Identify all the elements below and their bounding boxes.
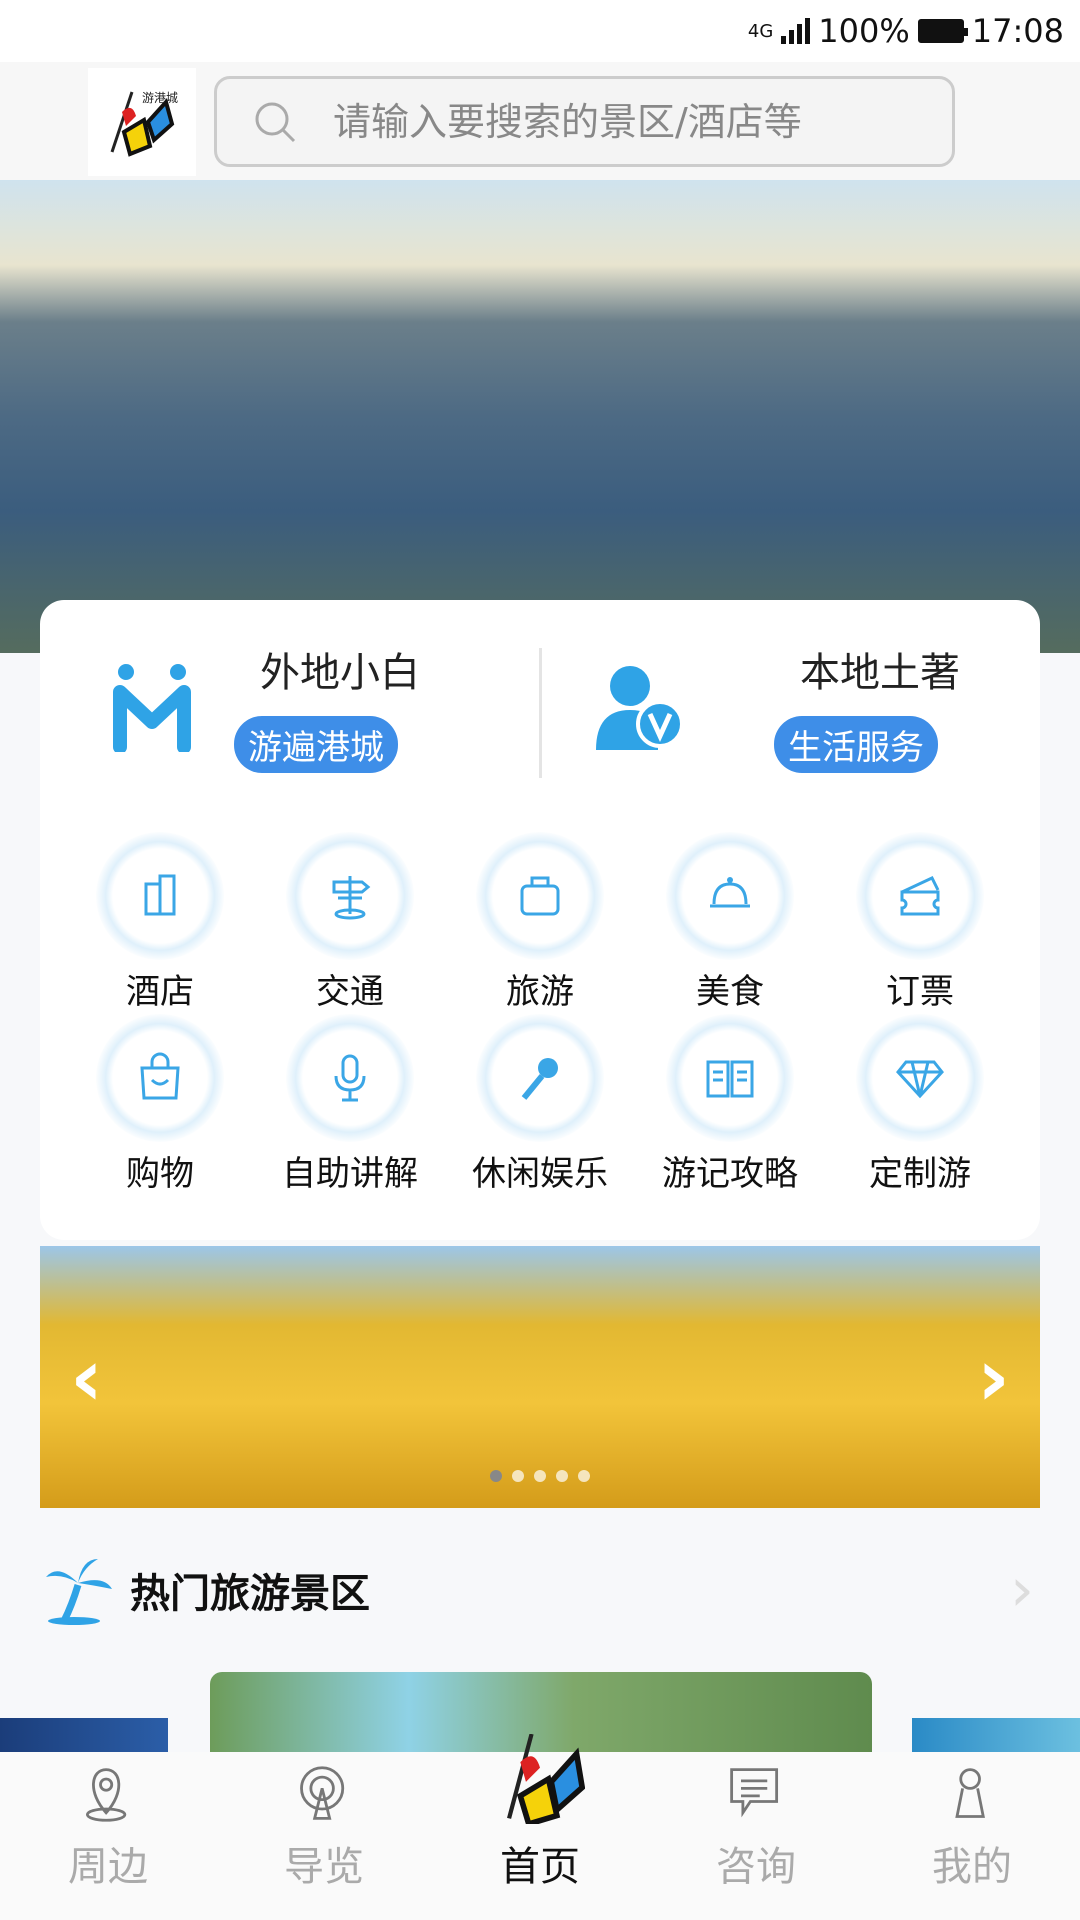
grid-item-label: 交通 — [316, 972, 384, 1012]
nav-location-pin[interactable]: 周边 — [0, 1752, 216, 1920]
grid-item-label: 定制游 — [869, 1154, 971, 1194]
karaoke-mic-icon — [476, 1014, 604, 1142]
signal-icon — [781, 18, 811, 44]
promo-carousel[interactable]: ‹ › — [40, 1246, 1040, 1508]
food-cloche-icon — [666, 832, 794, 960]
grid-item-6[interactable]: 自助讲解 — [260, 1014, 440, 1195]
search-icon — [255, 102, 296, 142]
dot[interactable] — [534, 1470, 546, 1482]
battery-icon — [917, 19, 968, 43]
grid-item-9[interactable]: 定制游 — [830, 1014, 1010, 1195]
shopping-bag-icon — [96, 1014, 224, 1142]
grid-item-label: 购物 — [126, 1154, 194, 1194]
local-title: 本地土著 — [800, 650, 960, 696]
clock: 17:08 — [971, 12, 1064, 50]
diamond-icon — [856, 1014, 984, 1142]
chat-icon — [730, 1768, 779, 1818]
nav-chat[interactable]: 咨询 — [648, 1752, 864, 1920]
vip-user-icon — [596, 666, 684, 750]
grid-item-label: 美食 — [696, 972, 764, 1012]
city-banner-image — [0, 180, 1080, 653]
grid-item-0[interactable]: 酒店 — [70, 832, 250, 1013]
dot[interactable] — [512, 1470, 524, 1482]
grid-item-7[interactable]: 休闲娱乐 — [450, 1014, 630, 1195]
visitor-entry[interactable]: 外地小白 游遍港城 — [40, 640, 520, 780]
luggage-icon — [476, 832, 604, 960]
nav-broadcast[interactable]: 导览 — [216, 1752, 432, 1920]
broadcast-icon — [300, 1766, 345, 1820]
grid-item-5[interactable]: 购物 — [70, 1014, 250, 1195]
local-entry[interactable]: 本地土著 生活服务 — [540, 640, 1020, 780]
local-tag: 生活服务 — [774, 716, 938, 773]
grid-item-label: 订票 — [886, 972, 954, 1012]
bottom-nav: 周边 导览 首页 咨询 我的 — [0, 1733, 1080, 1920]
grid-item-2[interactable]: 旅游 — [450, 832, 630, 1013]
grid-item-3[interactable]: 美食 — [640, 832, 820, 1013]
grid-item-label: 酒店 — [126, 972, 194, 1012]
grid-item-label: 游记攻略 — [662, 1154, 798, 1194]
svg-text:游港城: 游港城 — [142, 91, 178, 105]
visitor-title: 外地小白 — [260, 650, 420, 696]
home-logo-icon — [507, 1733, 586, 1828]
chevron-right-icon[interactable]: › — [1010, 1555, 1034, 1625]
grid-item-8[interactable]: 游记攻略 — [640, 1014, 820, 1195]
search-box[interactable] — [214, 76, 955, 167]
status-bar: 4G 100% 17:08 — [0, 0, 1080, 62]
nav-label: 我的 — [932, 1844, 1012, 1890]
app-logo[interactable]: 游港城 — [88, 68, 196, 176]
location-pin-icon — [85, 1768, 127, 1822]
dot[interactable] — [556, 1470, 568, 1482]
hotel-icon — [96, 832, 224, 960]
dot[interactable] — [578, 1470, 590, 1482]
service-card: 外地小白 游遍港城 本地土著 生活服务 酒店 交通 旅游 美食 订票购物 自助讲解 休闲娱乐… — [40, 600, 1040, 1240]
carousel-indicator — [490, 1470, 590, 1482]
hot-section-header[interactable]: 热门旅游景区 › — [44, 1555, 1034, 1625]
user-icon — [955, 1768, 985, 1818]
hot-section-title: 热门旅游景区 — [130, 1571, 370, 1617]
nav-label: 咨询 — [716, 1844, 796, 1890]
ticket-icon — [856, 832, 984, 960]
search-input[interactable] — [333, 99, 893, 144]
carousel-prev-icon[interactable]: ‹ — [70, 1331, 103, 1424]
grid-item-1[interactable]: 交通 — [260, 832, 440, 1013]
grid-item-label: 自助讲解 — [282, 1154, 418, 1194]
network-type: 4G — [747, 20, 774, 42]
book-icon — [666, 1014, 794, 1142]
nav-label: 首页 — [500, 1844, 580, 1890]
nav-home-logo[interactable]: 首页 — [432, 1733, 648, 1920]
carousel-next-icon[interactable]: › — [977, 1331, 1010, 1424]
nav-user[interactable]: 我的 — [864, 1752, 1080, 1920]
header: 游港城 — [0, 62, 1080, 180]
signpost-icon — [286, 832, 414, 960]
nav-label: 导览 — [284, 1844, 364, 1890]
visitor-tag: 游遍港城 — [234, 716, 398, 773]
palm-tree-icon — [46, 1559, 112, 1625]
battery-percent: 100% — [818, 12, 910, 50]
grid-item-4[interactable]: 订票 — [830, 832, 1010, 1013]
m-logo-icon — [113, 664, 191, 752]
microphone-icon — [286, 1014, 414, 1142]
grid-item-label: 旅游 — [506, 972, 574, 1012]
nav-label: 周边 — [68, 1844, 148, 1890]
dot[interactable] — [490, 1470, 502, 1482]
grid-item-label: 休闲娱乐 — [472, 1154, 608, 1194]
